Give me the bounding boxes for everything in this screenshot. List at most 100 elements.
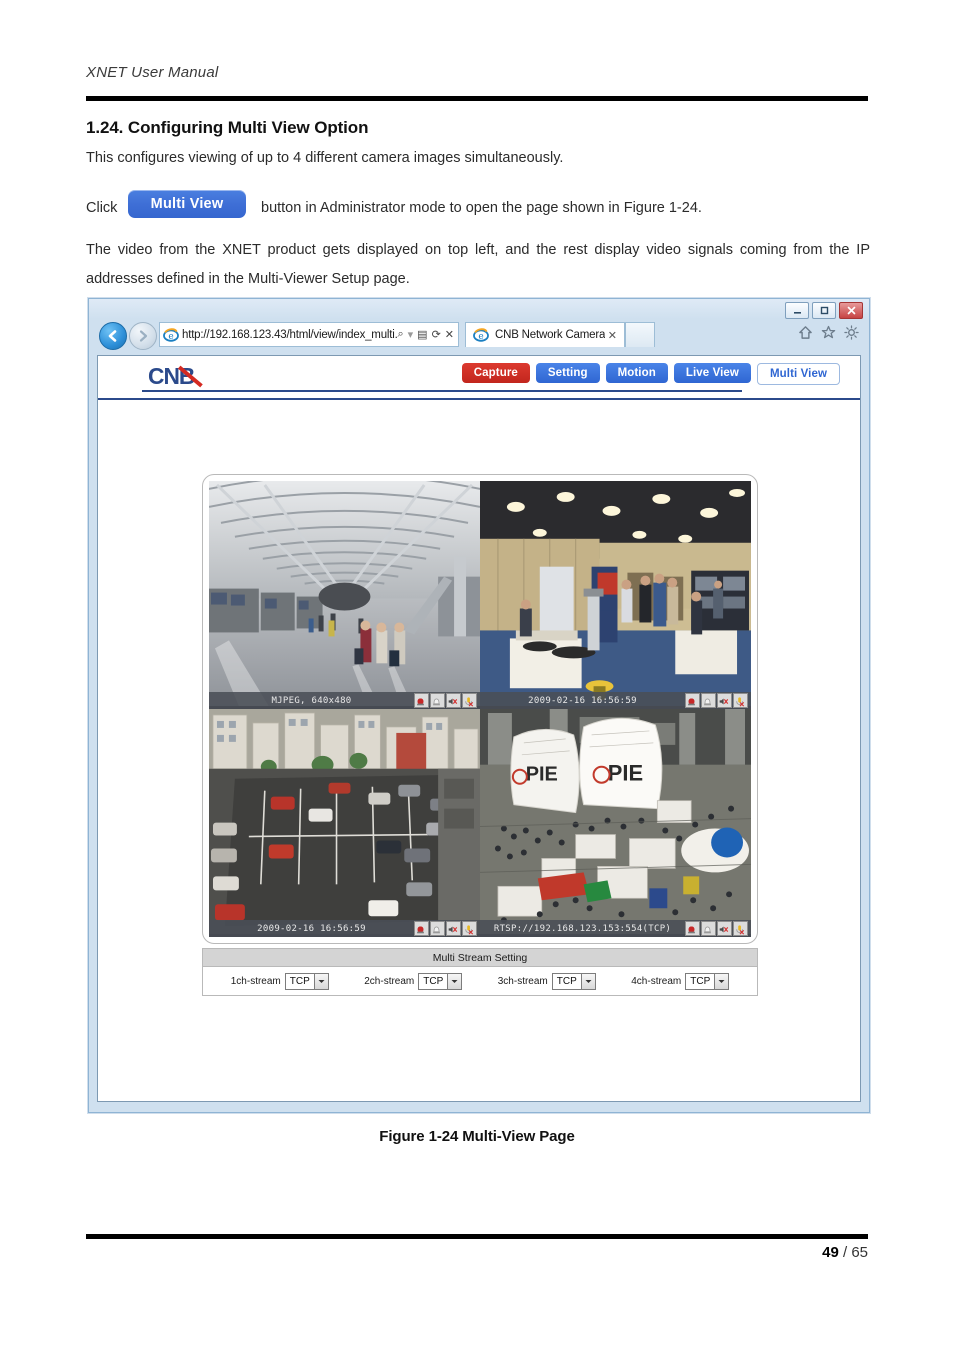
scene-exhibition-hall: [480, 481, 751, 707]
stream-select-ch2[interactable]: TCP: [418, 973, 463, 990]
click-instruction-line: Click Multi View button in Administrator…: [86, 190, 876, 224]
header-rule: [86, 96, 868, 101]
chevron-down-icon[interactable]: [313, 974, 328, 989]
search-icon[interactable]: ⌕: [397, 328, 403, 341]
address-bar[interactable]: e http://192.168.123.43/html/view/index_…: [159, 322, 459, 347]
body-paragraph: The video from the XNET product gets dis…: [86, 242, 870, 287]
nav-button-capture[interactable]: Capture: [461, 363, 530, 383]
home-icon[interactable]: [798, 325, 813, 340]
multi-stream-setting-panel: Multi Stream Setting 1ch-stream TCP 2ch-…: [202, 948, 758, 996]
panel-icons-ch3: [414, 921, 480, 936]
minimize-button[interactable]: [785, 302, 809, 319]
video-panel-ch2[interactable]: 2009-02-16 16:56:59: [480, 481, 751, 709]
panel-overlay-ch1: MJPEG, 640x480: [209, 692, 480, 709]
restore-button[interactable]: [812, 302, 836, 319]
browser-tab-title: CNB Network Camera: [495, 329, 605, 341]
panel-overlay-text-ch4: RTSP://192.168.123.153:554(TCP): [493, 923, 672, 934]
address-bar-icons: ⌕ ▾ ▤ ⟳ ✕: [397, 328, 458, 341]
nav-button-multi-view[interactable]: Multi View: [756, 363, 840, 385]
page-current: 49: [822, 1244, 839, 1261]
chevron-down-icon[interactable]: [580, 974, 595, 989]
speaker-muted-icon[interactable]: [446, 921, 461, 936]
stream-select-ch3[interactable]: TCP: [551, 973, 596, 990]
alarm-siren-icon[interactable]: [685, 693, 700, 708]
microphone-muted-icon[interactable]: [733, 693, 748, 708]
svg-text:PIE: PIE: [608, 761, 643, 786]
stream-value-ch2: TCP: [423, 976, 444, 987]
site-nav: Capture Setting Motion Live View Multi V…: [461, 363, 840, 385]
scene-airport-terminal: [209, 481, 480, 707]
panel-icons-ch2: [685, 693, 751, 708]
video-panel-ch1[interactable]: MJPEG, 640x480: [209, 481, 480, 709]
stream-label-ch1: 1ch-stream: [230, 976, 281, 987]
browser-tab[interactable]: e CNB Network Camera ✕: [465, 322, 625, 347]
nav-button-motion[interactable]: Motion: [605, 363, 668, 383]
forward-button[interactable]: [129, 322, 157, 350]
arrow-left-icon: [108, 330, 117, 342]
chevron-down-icon[interactable]: [447, 974, 462, 989]
nav-button-setting[interactable]: Setting: [535, 363, 600, 383]
page-total: 65: [851, 1244, 868, 1261]
chevron-down-icon[interactable]: ▾: [408, 328, 414, 341]
figure-caption: Figure 1-24 Multi-View Page: [379, 1128, 575, 1145]
browser-tab-strip: e CNB Network Camera ✕: [465, 322, 655, 347]
stream-select-ch4[interactable]: TCP: [685, 973, 730, 990]
address-url-text: http://192.168.123.43/html/view/index_mu…: [182, 328, 398, 341]
multi-view-chip: Multi View: [128, 190, 246, 218]
panel-overlay-text-ch3: 2009-02-16 16:56:59: [257, 923, 366, 934]
bell-icon[interactable]: [701, 693, 716, 708]
refresh-icon[interactable]: ⟳: [432, 328, 441, 341]
scene-parking-lot-aerial: [209, 709, 480, 935]
internet-explorer-icon: e: [473, 328, 489, 342]
running-header: XNET User Manual: [86, 64, 219, 81]
favorites-star-icon[interactable]: [821, 325, 836, 340]
bell-icon[interactable]: [701, 921, 716, 936]
video-panel-ch4[interactable]: PIE PIE RTSP://192.168.123.153:554(TCP): [480, 709, 751, 937]
compatibility-view-icon[interactable]: ▤: [417, 328, 427, 341]
microphone-muted-icon[interactable]: [733, 921, 748, 936]
video-panel-ch3[interactable]: 2009-02-16 16:56:59: [209, 709, 480, 937]
stream-value-ch4: TCP: [690, 976, 711, 987]
panel-overlay-ch3: 2009-02-16 16:56:59: [209, 920, 480, 937]
settings-gear-icon[interactable]: [844, 325, 859, 340]
close-button[interactable]: [839, 302, 863, 319]
alarm-siren-icon[interactable]: [414, 921, 429, 936]
stream-label-ch3: 3ch-stream: [497, 976, 548, 987]
new-tab-button[interactable]: [625, 322, 655, 347]
speaker-muted-icon[interactable]: [446, 693, 461, 708]
panel-overlay-text-ch2: 2009-02-16 16:56:59: [528, 695, 637, 706]
microphone-muted-icon[interactable]: [462, 693, 477, 708]
intro-paragraph: This configures viewing of up to 4 diffe…: [86, 150, 564, 166]
footer-rule: [86, 1234, 868, 1239]
nav-button-live-view[interactable]: Live View: [673, 363, 751, 383]
speaker-muted-icon[interactable]: [717, 921, 732, 936]
svg-text:e: e: [478, 332, 483, 342]
bell-icon[interactable]: [430, 921, 445, 936]
scene-fair-ground-aerial: PIE PIE: [480, 709, 751, 935]
stop-icon[interactable]: ✕: [445, 328, 454, 341]
stream-label-ch4: 4ch-stream: [631, 976, 682, 987]
microphone-muted-icon[interactable]: [462, 921, 477, 936]
alarm-siren-icon[interactable]: [685, 921, 700, 936]
browser-viewport: CNB CNB Capture Setting Motion Live View…: [97, 355, 861, 1102]
logo-underline: [142, 390, 742, 392]
stream-setting-ch2: 2ch-stream TCP: [364, 973, 463, 990]
stream-value-ch3: TCP: [556, 976, 577, 987]
alarm-siren-icon[interactable]: [414, 693, 429, 708]
panel-icons-ch4: [685, 921, 751, 936]
stream-select-ch1[interactable]: TCP: [284, 973, 329, 990]
pie-balloons: PIE PIE: [510, 717, 663, 814]
chevron-down-icon[interactable]: [714, 974, 729, 989]
header-divider: [98, 398, 860, 400]
browser-navigation-row: e http://192.168.123.43/html/view/index_…: [89, 319, 869, 353]
panel-overlay-text-ch1: MJPEG, 640x480: [271, 695, 352, 706]
speaker-muted-icon[interactable]: [717, 693, 732, 708]
panel-overlay-ch2: 2009-02-16 16:56:59: [480, 692, 751, 709]
arrow-right-icon: [139, 330, 148, 342]
page-separator: /: [842, 1244, 848, 1261]
close-icon[interactable]: ✕: [605, 329, 620, 342]
back-button[interactable]: [99, 322, 127, 350]
stream-setting-ch3: 3ch-stream TCP: [498, 973, 596, 990]
bell-icon[interactable]: [430, 693, 445, 708]
stream-setting-ch4: 4ch-stream TCP: [631, 973, 730, 990]
